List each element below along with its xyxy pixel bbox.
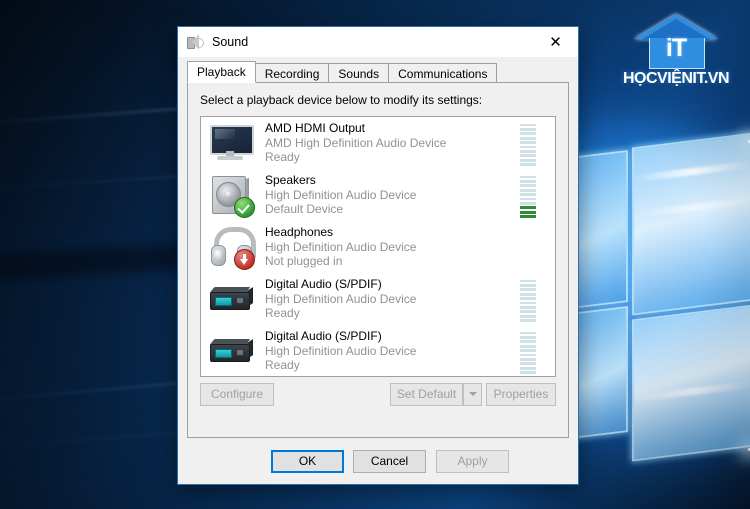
device-driver: High Definition Audio Device bbox=[265, 291, 417, 306]
tab-sounds[interactable]: Sounds bbox=[328, 63, 390, 83]
device-status: Ready bbox=[265, 358, 300, 373]
device-name: AMD HDMI Output bbox=[265, 121, 366, 136]
site-watermark: iT HỌCVIỆNIT.VN bbox=[610, 14, 742, 92]
table-row[interactable]: Digital Audio (S/PDIF) High Definition A… bbox=[201, 325, 555, 376]
device-status: Not plugged in bbox=[265, 254, 343, 269]
device-info: Headphones High Definition Audio Device … bbox=[265, 225, 520, 269]
dialog-title-bar[interactable]: Sound ✕ bbox=[178, 27, 578, 57]
device-status: Ready bbox=[265, 150, 300, 165]
dialog-footer: OK Cancel Apply bbox=[178, 438, 578, 484]
speaker-icon bbox=[187, 34, 204, 50]
device-info: Digital Audio (S/PDIF) High Definition A… bbox=[265, 329, 520, 373]
properties-button[interactable]: Properties bbox=[486, 383, 556, 406]
watermark-logo-text: iT bbox=[665, 34, 687, 62]
monitor-icon bbox=[208, 121, 254, 165]
speaker-icon bbox=[208, 173, 255, 218]
cancel-button[interactable]: Cancel bbox=[353, 450, 426, 473]
spdif-device-icon bbox=[208, 277, 254, 321]
tab-bar: Playback Recording Sounds Communications bbox=[178, 61, 578, 83]
volume-meter bbox=[520, 172, 536, 218]
house-logo-icon: iT bbox=[634, 14, 718, 69]
chevron-down-icon[interactable] bbox=[463, 383, 482, 406]
apply-button[interactable]: Apply bbox=[436, 450, 509, 473]
close-icon[interactable]: ✕ bbox=[533, 27, 578, 57]
device-driver: High Definition Audio Device bbox=[265, 343, 417, 358]
tab-recording[interactable]: Recording bbox=[254, 63, 330, 83]
device-status: Ready bbox=[265, 306, 300, 321]
device-action-buttons: Configure Set Default Properties bbox=[200, 383, 556, 406]
volume-meter bbox=[520, 120, 536, 166]
device-status: Default Device bbox=[265, 202, 344, 217]
sound-dialog-window: Sound ✕ Playback Recording Sounds Commun… bbox=[177, 26, 579, 485]
spdif-device-icon bbox=[208, 329, 254, 373]
playback-device-list[interactable]: AMD HDMI Output AMD High Definition Audi… bbox=[200, 116, 556, 377]
watermark-site-name: HỌCVIỆNIT.VN bbox=[622, 70, 730, 87]
device-info: AMD HDMI Output AMD High Definition Audi… bbox=[265, 121, 520, 165]
configure-button[interactable]: Configure bbox=[200, 383, 274, 406]
playback-tab-panel: Select a playback device below to modify… bbox=[187, 83, 569, 438]
device-driver: High Definition Audio Device bbox=[265, 239, 417, 254]
set-default-button[interactable]: Set Default bbox=[390, 383, 463, 406]
table-row[interactable]: Speakers High Definition Audio Device De… bbox=[201, 169, 555, 221]
ok-button[interactable]: OK bbox=[271, 450, 344, 473]
device-name: Digital Audio (S/PDIF) bbox=[265, 329, 382, 344]
instruction-text: Select a playback device below to modify… bbox=[200, 93, 483, 107]
volume-meter bbox=[520, 276, 536, 322]
dialog-title: Sound bbox=[212, 35, 249, 49]
red-down-arrow-icon bbox=[234, 249, 255, 270]
device-info: Speakers High Definition Audio Device De… bbox=[265, 173, 520, 217]
tab-communications[interactable]: Communications bbox=[388, 63, 498, 83]
tab-playback[interactable]: Playback bbox=[187, 61, 256, 83]
table-row[interactable]: Digital Audio (S/PDIF) High Definition A… bbox=[201, 273, 555, 325]
device-info: Digital Audio (S/PDIF) High Definition A… bbox=[265, 277, 520, 321]
device-driver: High Definition Audio Device bbox=[265, 187, 417, 202]
volume-meter bbox=[520, 328, 536, 374]
headphones-icon bbox=[208, 225, 256, 270]
device-driver: AMD High Definition Audio Device bbox=[265, 135, 447, 150]
device-name: Digital Audio (S/PDIF) bbox=[265, 277, 382, 292]
device-name: Speakers bbox=[265, 173, 316, 188]
device-name: Headphones bbox=[265, 225, 334, 240]
green-check-icon bbox=[234, 197, 255, 218]
table-row[interactable]: Headphones High Definition Audio Device … bbox=[201, 221, 555, 273]
table-row[interactable]: AMD HDMI Output AMD High Definition Audi… bbox=[201, 117, 555, 169]
